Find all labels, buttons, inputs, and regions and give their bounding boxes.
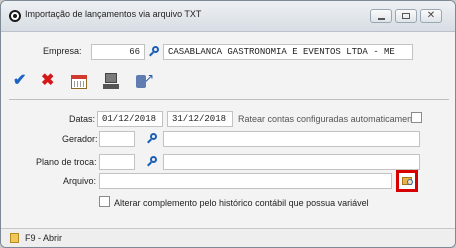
plano-troca-name-field — [163, 154, 420, 170]
file-icon — [10, 233, 19, 243]
magnifier-icon — [407, 179, 413, 185]
empresa-label: Empresa: — [43, 46, 82, 56]
toolbar-divider — [9, 99, 449, 100]
cancel-x-icon[interactable]: ✖ — [41, 72, 59, 90]
app-icon — [9, 10, 21, 22]
minimize-button[interactable] — [370, 9, 392, 23]
close-icon: ✕ — [426, 10, 436, 21]
gerador-search-icon[interactable] — [146, 133, 158, 145]
maximize-button[interactable] — [395, 9, 417, 23]
arquivo-path-input[interactable] — [99, 173, 392, 189]
gerador-label: Gerador: — [62, 134, 98, 144]
plano-troca-code-input[interactable] — [99, 154, 135, 170]
confirm-check-icon[interactable]: ✔ — [13, 72, 31, 90]
empresa-name-field: CASABLANCA GASTRONOMIA E EVENTOS LTDA - … — [163, 44, 413, 60]
alterar-complemento-checkbox[interactable] — [99, 196, 110, 207]
plano-troca-label: Plano de troca: — [36, 157, 97, 167]
empresa-search-icon[interactable] — [148, 46, 160, 58]
empresa-code-input[interactable]: 66 — [91, 44, 145, 60]
gerador-code-input[interactable] — [99, 131, 135, 147]
alterar-complemento-label: Alterar complemento pelo histórico contá… — [114, 198, 369, 208]
computer-icon[interactable] — [102, 72, 120, 90]
status-text: F9 - Abrir — [25, 233, 63, 243]
window-title: Importação de lançamentos via arquivo TX… — [25, 9, 202, 19]
rateio-label: Ratear contas configuradas automaticamen… — [238, 114, 420, 124]
arquivo-label: Arquivo: — [63, 176, 97, 186]
browse-file-button[interactable] — [396, 170, 418, 192]
gerador-name-field — [163, 131, 420, 147]
minimize-icon — [378, 18, 385, 20]
datas-label: Datas: — [69, 114, 96, 124]
database-icon[interactable]: ↗ — [134, 72, 154, 90]
title-bar: Importação de lançamentos via arquivo TX… — [1, 1, 455, 32]
close-button[interactable]: ✕ — [420, 9, 442, 23]
calendar-icon[interactable] — [70, 72, 88, 90]
rateio-checkbox[interactable] — [411, 112, 422, 123]
status-bar: F9 - Abrir — [1, 228, 455, 247]
maximize-icon — [402, 13, 410, 19]
date-start-input[interactable]: 01/12/2018 — [97, 111, 163, 127]
date-end-input[interactable]: 31/12/2018 — [167, 111, 233, 127]
import-window: Importação de lançamentos via arquivo TX… — [0, 0, 456, 248]
plano-troca-search-icon[interactable] — [146, 156, 158, 168]
